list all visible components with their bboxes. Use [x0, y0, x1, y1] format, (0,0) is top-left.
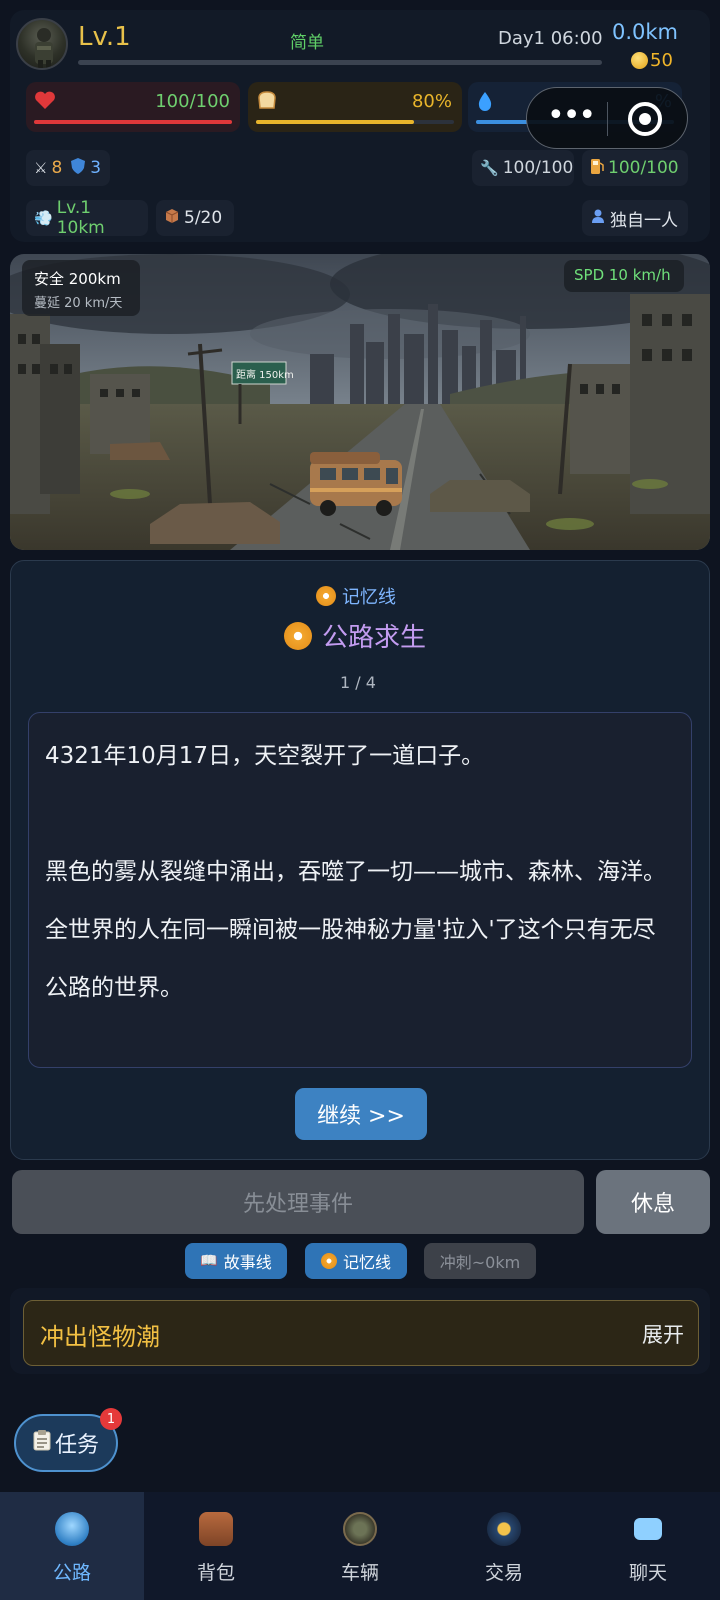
wind-icon: 💨	[34, 209, 53, 227]
compass-icon	[316, 586, 336, 606]
person-icon	[590, 208, 606, 228]
handle-event-button[interactable]: 先处理事件	[12, 1170, 584, 1234]
durability-chip: 🔧 100/100	[472, 150, 574, 186]
party-chip[interactable]: 独自一人	[582, 200, 688, 236]
road-scene-image: 距离 150km 安全 200km 蔓延 20 km/天 SPD 10 km/h	[10, 254, 710, 550]
avatar[interactable]	[16, 18, 68, 70]
book-icon: 📖	[200, 1253, 218, 1269]
task-label: 任务	[54, 1433, 99, 1458]
durability-value: 100/100	[502, 158, 574, 178]
spread-rate: 蔓延 20 km/天	[34, 296, 123, 311]
coin-icon	[631, 52, 648, 69]
continue-button[interactable]: 继续 >>	[295, 1088, 427, 1140]
food-bar-fill	[256, 120, 415, 124]
bread-icon	[256, 90, 278, 115]
rest-button[interactable]: 休息	[596, 1170, 710, 1234]
memory-line-label: 记忆线	[342, 1253, 391, 1272]
food-stat: 80%	[248, 82, 462, 132]
water-drop-icon	[476, 90, 494, 117]
heart-icon	[34, 90, 56, 115]
story-paragraph: 4321年10月17日，天空裂开了一道口子。	[45, 743, 485, 769]
nav-label: 背包	[196, 1562, 235, 1584]
capsule-divider	[607, 102, 608, 136]
experience-bar	[78, 60, 602, 65]
shield-icon	[70, 157, 86, 179]
backpack-icon	[199, 1512, 233, 1546]
nav-label: 公路	[52, 1562, 91, 1584]
nav-item-road[interactable]: 公路	[0, 1492, 144, 1600]
distance-traveled: 0.0km	[612, 20, 679, 44]
expand-toggle[interactable]: 展开	[642, 1319, 684, 1349]
health-bar	[34, 120, 232, 124]
story-paragraph	[45, 785, 675, 843]
compass-icon	[284, 621, 312, 650]
box-icon	[164, 208, 180, 228]
nav-label: 交易	[484, 1562, 523, 1584]
story-paragraph: 全世界的人在同一瞬间被一股神秘力量'拉入'了这个只有无尽公路的世界。	[45, 917, 656, 1001]
trade-icon	[487, 1512, 521, 1546]
speed-value: SPD 10 km/h	[574, 266, 671, 284]
party-status: 独自一人	[610, 210, 678, 231]
story-paragraph: 黑色的雾从裂缝中涌出，吞噬了一切——城市、森林、海洋。	[45, 859, 666, 885]
close-target-icon[interactable]	[628, 102, 662, 136]
story-category: 记忆线	[316, 583, 396, 609]
health-bar-fill	[34, 120, 232, 124]
mini-program-capsule: •••	[526, 87, 688, 149]
story-text-box: 4321年10月17日，天空裂开了一道口子。 黑色的雾从裂缝中涌出，吞噬了一切—…	[28, 712, 692, 1068]
story-line-button[interactable]: 📖 故事线	[185, 1243, 287, 1279]
attack-value: 8	[51, 158, 63, 178]
fuel-chip: 100/100	[582, 150, 688, 186]
coin-balance: 50	[631, 50, 673, 71]
memory-line-button[interactable]: 记忆线	[305, 1243, 407, 1279]
nav-item-chat[interactable]: 聊天	[576, 1492, 720, 1600]
health-value: 100/100	[155, 91, 230, 112]
engine-chip: 💨 Lv.1 10km	[26, 198, 148, 238]
more-menu-icon[interactable]: •••	[547, 98, 596, 133]
difficulty-label: 简单	[290, 33, 324, 53]
nav-label: 聊天	[628, 1562, 667, 1584]
coin-amount: 50	[650, 50, 673, 71]
wrench-icon: 🔧	[480, 159, 499, 177]
engine-value: Lv.1 10km	[56, 198, 105, 238]
bottom-navigation: 公路 背包 车辆 交易 聊天	[0, 1492, 720, 1600]
combat-stats: ⚔ 8 3	[26, 150, 110, 186]
nav-label: 车辆	[340, 1562, 379, 1584]
story-page-indicator: 1 / 4	[340, 673, 376, 692]
story-category-label: 记忆线	[342, 587, 396, 608]
safe-zone-tag: 安全 200km 蔓延 20 km/天	[22, 260, 140, 316]
speed-tag: SPD 10 km/h	[564, 260, 684, 292]
task-count-badge: 1	[100, 1408, 122, 1430]
day-time: Day1 06:00	[498, 28, 603, 49]
nav-item-backpack[interactable]: 背包	[144, 1492, 288, 1600]
safe-distance: 安全 200km	[34, 270, 121, 288]
event-title: 冲出怪物潮	[40, 1323, 160, 1351]
road-sign-text: 距离 150km	[236, 368, 294, 381]
food-value: 80%	[411, 91, 452, 112]
chat-icon	[634, 1518, 662, 1540]
cargo-chip: 5/20	[156, 200, 234, 236]
player-level: Lv.1	[78, 22, 131, 52]
fuel-value: 100/100	[608, 158, 679, 178]
road-icon	[55, 1512, 89, 1546]
food-bar	[256, 120, 454, 124]
health-stat: 100/100	[26, 82, 240, 132]
event-card[interactable]: 冲出怪物潮 展开	[23, 1300, 699, 1366]
story-title-text: 公路求生	[322, 623, 427, 653]
cargo-value: 5/20	[184, 208, 223, 228]
defense-value: 3	[90, 158, 102, 178]
story-line-label: 故事线	[223, 1253, 272, 1272]
vehicle-icon	[343, 1512, 377, 1546]
nav-item-trade[interactable]: 交易	[432, 1492, 576, 1600]
swords-icon: ⚔	[34, 159, 48, 177]
fuel-pump-icon	[590, 157, 604, 179]
clipboard-icon	[33, 1429, 51, 1457]
story-title: 公路求生	[284, 617, 426, 654]
compass-icon	[320, 1253, 337, 1269]
sprint-button[interactable]: 冲刺~0km	[424, 1243, 536, 1279]
nav-item-vehicle[interactable]: 车辆	[288, 1492, 432, 1600]
